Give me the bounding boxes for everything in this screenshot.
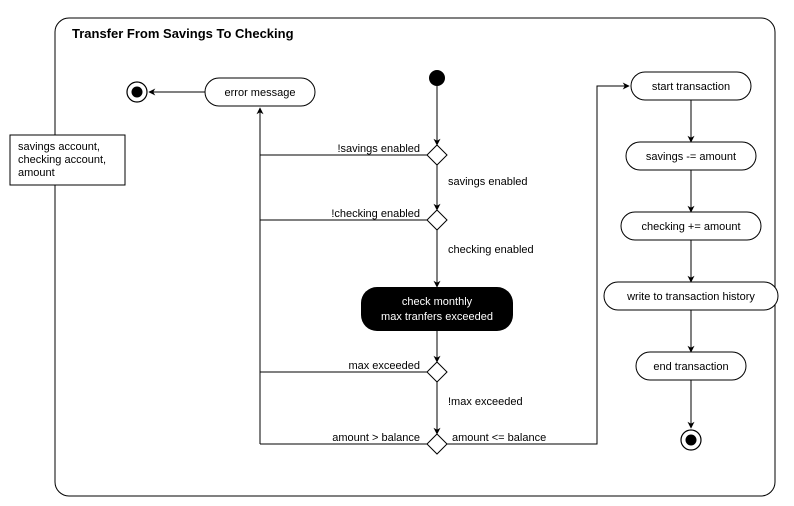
svg-text:error message: error message — [225, 87, 296, 99]
guard-label: !max exceeded — [448, 396, 523, 408]
write-history-node: write to transaction history — [604, 282, 778, 310]
guard-label: savings enabled — [448, 176, 528, 188]
svg-text:max tranfers exceeded: max tranfers exceeded — [381, 311, 493, 323]
error-message-node: error message — [205, 78, 315, 106]
guard-label: !savings enabled — [337, 143, 420, 155]
guard-label: checking enabled — [448, 244, 534, 256]
flow-final-icon — [127, 82, 147, 102]
svg-text:check monthly: check monthly — [402, 296, 473, 308]
guard-label: max exceeded — [348, 360, 420, 372]
initial-node-icon — [429, 70, 445, 86]
svg-text:checking += amount: checking += amount — [641, 221, 740, 233]
svg-text:savings -= amount: savings -= amount — [646, 151, 736, 163]
svg-text:start transaction: start transaction — [652, 81, 730, 93]
activity-final-icon — [681, 430, 701, 450]
start-transaction-node: start transaction — [631, 72, 751, 100]
guard-label: amount > balance — [332, 432, 420, 444]
activity-diagram: Transfer From Savings To Checking saving… — [0, 0, 794, 506]
decision-balance — [427, 434, 447, 454]
input-note-line: savings account, — [18, 141, 100, 153]
input-note-line: checking account, — [18, 154, 106, 166]
edge — [447, 86, 629, 444]
savings-minus-node: savings -= amount — [626, 142, 756, 170]
end-transaction-node: end transaction — [636, 352, 746, 380]
decision-max-exceeded — [427, 362, 447, 382]
svg-text:write to transaction history: write to transaction history — [626, 291, 755, 303]
svg-text:end transaction: end transaction — [653, 361, 728, 373]
decision-checking-enabled — [427, 210, 447, 230]
guard-label: !checking enabled — [331, 208, 420, 220]
decision-savings-enabled — [427, 145, 447, 165]
diagram-title: Transfer From Savings To Checking — [72, 26, 294, 41]
checking-plus-node: checking += amount — [621, 212, 761, 240]
guard-label: amount <= balance — [452, 432, 546, 444]
input-note-line: amount — [18, 167, 55, 179]
check-max-transfers-node: check monthly max tranfers exceeded — [361, 287, 513, 331]
